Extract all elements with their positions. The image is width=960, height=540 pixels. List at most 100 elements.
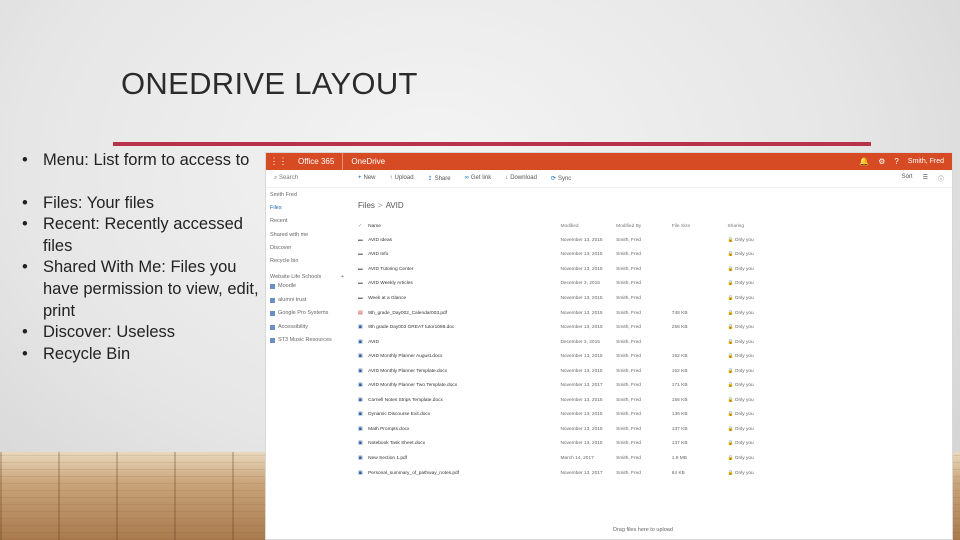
group-item[interactable]: Google Pro Systems xyxy=(270,307,348,321)
onedrive-brand[interactable]: OneDrive xyxy=(343,157,393,166)
table-row[interactable]: ▬ AVID Info November 13, 2015 Smith, Fred 🔒 … xyxy=(358,248,768,263)
search-box[interactable]: ⌕ Search xyxy=(266,175,346,182)
file-name[interactable]: AVID Ideas xyxy=(368,233,560,248)
file-sharing[interactable]: 🔒 Only you xyxy=(727,262,768,277)
table-row[interactable]: ▣ AVID Monthly Planner August.docx Novembe… xyxy=(358,349,768,364)
help-icon[interactable]: ? xyxy=(894,157,898,166)
word-file-icon: ▣ xyxy=(358,339,363,345)
table-row[interactable]: ▣ AVID December 3, 2015 Smith, Fred 🔒 Only y… xyxy=(358,335,768,350)
col-modified[interactable]: Modified xyxy=(560,219,616,233)
user-name[interactable]: Smith, Fred xyxy=(908,158,944,165)
office-365-link[interactable]: Office 365 xyxy=(290,153,344,170)
breadcrumb-files[interactable]: Files xyxy=(358,201,375,210)
onedrive-screenshot: ⋮⋮⋮ Office 365 OneDrive 🔔 ⚙ ? Smith, Fre… xyxy=(265,152,953,540)
file-sharing[interactable]: 🔒 Only you xyxy=(727,335,768,350)
file-sharing[interactable]: 🔒 Only you xyxy=(727,466,768,481)
table-header-row: ✓ Name Modified Modified By File Size Sh… xyxy=(358,219,768,233)
file-sharing[interactable]: 🔒 Only you xyxy=(727,393,768,408)
info-icon[interactable]: ⓘ xyxy=(938,174,944,183)
file-sharing[interactable]: 🔒 Only you xyxy=(727,437,768,452)
file-size: 171 KB xyxy=(671,383,688,389)
table-row[interactable]: ▣ New Section 1.pdf March 14, 2017 Smith, F… xyxy=(358,451,768,466)
table-row[interactable]: ▣ AVID Monthly Planner Template.docx Novem… xyxy=(358,364,768,379)
new-button[interactable]: + New xyxy=(358,175,376,182)
file-sharing[interactable]: 🔒 Only you xyxy=(727,306,768,321)
group-item[interactable]: Accessibility xyxy=(270,321,348,335)
file-name[interactable]: 9th_grade_Day002_Calendar003.pdf xyxy=(368,306,560,321)
col-name[interactable]: Name xyxy=(368,219,560,233)
group-item[interactable]: alumni trust xyxy=(270,294,348,308)
sync-button[interactable]: ⟳ Sync xyxy=(551,175,571,182)
file-sharing[interactable]: 🔒 Only you xyxy=(727,248,768,263)
table-row[interactable]: ▣ Cornell Notes Strips Template.docx Novem… xyxy=(358,393,768,408)
col-sharing[interactable]: Sharing xyxy=(727,219,768,233)
select-all-checkbox[interactable]: ✓ xyxy=(358,219,368,233)
upload-button[interactable]: ↑ Upload xyxy=(390,175,414,182)
table-row[interactable]: ▣ AVID Monthly Planner Two Template.docx N… xyxy=(358,378,768,393)
file-modified: November 13, 2015 xyxy=(560,310,603,316)
table-row[interactable]: ▬ AVID Ideas November 13, 2015 Smith, Fred 🔒… xyxy=(358,233,768,248)
file-sharing[interactable]: 🔒 Only you xyxy=(727,364,768,379)
table-row[interactable]: ▣ Math Prompts.docx November 13, 2015 Smith… xyxy=(358,422,768,437)
file-sharing[interactable]: 🔒 Only you xyxy=(727,422,768,437)
file-modified: November 13, 2017 xyxy=(560,470,603,476)
nav-recent[interactable]: Recent xyxy=(270,215,348,228)
file-name[interactable]: Week at a Glance xyxy=(368,291,560,306)
file-name[interactable]: Math Prompts.docx xyxy=(368,422,560,437)
file-sharing[interactable]: 🔒 Only you xyxy=(727,233,768,248)
table-row[interactable]: ▣ Personal_summary_of_pathway_notes.pdf No… xyxy=(358,466,768,481)
download-button[interactable]: ↓ Download xyxy=(505,175,537,182)
table-row[interactable]: ▣ Dynamic Discourse Exit.docx November 13,… xyxy=(358,408,768,423)
sort-button[interactable]: Sort xyxy=(902,174,913,183)
file-name[interactable]: AVID Tutoring Center xyxy=(368,262,560,277)
file-name[interactable]: Personal_summary_of_pathway_notes.pdf xyxy=(368,466,560,481)
table-row[interactable]: ▬ AVID Tutoring Center November 13, 2015 Sm… xyxy=(358,262,768,277)
table-row[interactable]: ▬ Week at a Glance November 13, 2015 Smith,… xyxy=(358,291,768,306)
file-size: 152 KB xyxy=(671,368,688,374)
file-name[interactable]: AVID Monthly Planner Template.docx xyxy=(368,364,560,379)
file-sharing[interactable]: 🔒 Only you xyxy=(727,291,768,306)
add-group-icon[interactable]: + xyxy=(341,274,344,280)
file-name[interactable]: Dynamic Discourse Exit.docx xyxy=(368,408,560,423)
file-size: 156 KB xyxy=(671,397,688,403)
group-item[interactable]: ST3 Music Resources xyxy=(270,334,348,348)
file-modified-by: Smith, Fred xyxy=(616,354,641,360)
group-item[interactable]: Moodle xyxy=(270,280,348,294)
file-modified-by: Smith, Fred xyxy=(616,252,641,258)
col-file-size[interactable]: File Size xyxy=(672,219,728,233)
file-name[interactable]: AVID Weekly Articles xyxy=(368,277,560,292)
nav-user[interactable]: Smith Fred xyxy=(270,189,348,202)
nav-recycle-bin[interactable]: Recycle bin xyxy=(270,255,348,268)
file-name[interactable]: AVID Info xyxy=(368,248,560,263)
file-sharing[interactable]: 🔒 Only you xyxy=(727,378,768,393)
gear-icon[interactable]: ⚙ xyxy=(878,157,885,166)
table-row[interactable]: ▤ 9th_grade_Day002_Calendar003.pdf Novembe… xyxy=(358,306,768,321)
file-sharing[interactable]: 🔒 Only you xyxy=(727,320,768,335)
file-name[interactable]: AVID Monthly Planner Two Template.docx xyxy=(368,378,560,393)
col-modified-by[interactable]: Modified By xyxy=(616,219,672,233)
download-icon: ↓ xyxy=(505,175,509,181)
table-row[interactable]: ▣ Notebook Task Sheet.docx November 13, 20… xyxy=(358,437,768,452)
file-sharing[interactable]: 🔒 Only you xyxy=(727,277,768,292)
file-modified: November 13, 2015 xyxy=(560,237,603,243)
file-sharing[interactable]: 🔒 Only you xyxy=(727,451,768,466)
file-name[interactable]: Notebook Task Sheet.docx xyxy=(368,437,560,452)
file-name[interactable]: Cornell Notes Strips Template.docx xyxy=(368,393,560,408)
file-name[interactable]: AVID Monthly Planner August.docx xyxy=(368,349,560,364)
nav-files[interactable]: Files xyxy=(270,202,348,215)
file-name[interactable]: 9th grade Day003 GREAT tutor1098.doc xyxy=(368,320,560,335)
file-sharing[interactable]: 🔒 Only you xyxy=(727,408,768,423)
file-sharing[interactable]: 🔒 Only you xyxy=(727,349,768,364)
file-size: 137 KB xyxy=(671,441,688,447)
file-name[interactable]: New Section 1.pdf xyxy=(368,451,560,466)
file-name[interactable]: AVID xyxy=(368,335,560,350)
app-launcher-icon[interactable]: ⋮⋮⋮ xyxy=(266,153,288,170)
share-button[interactable]: ⇪ Share xyxy=(428,175,451,182)
table-row[interactable]: ▣ 9th grade Day003 GREAT tutor1098.doc Nov… xyxy=(358,320,768,335)
view-options-icon[interactable]: ☰ xyxy=(923,174,928,183)
notification-icon[interactable]: 🔔 xyxy=(859,157,869,166)
table-row[interactable]: ▬ AVID Weekly Articles December 3, 2015 Smi… xyxy=(358,277,768,292)
nav-discover[interactable]: Discover xyxy=(270,242,348,255)
get-link-button[interactable]: ∞ Get link xyxy=(465,175,492,182)
nav-shared[interactable]: Shared with me xyxy=(270,229,348,242)
